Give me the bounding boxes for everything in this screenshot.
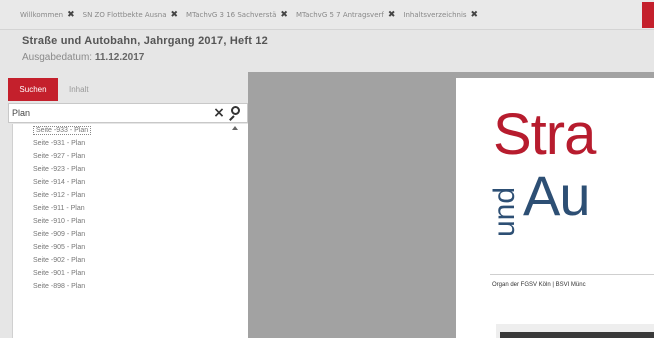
search-icon[interactable] xyxy=(227,105,243,121)
tab-label: Willkommen xyxy=(20,10,64,19)
list-item[interactable]: Seite -910 - Plan xyxy=(13,215,248,228)
issue-date: Ausgabedatum: 11.12.2017 xyxy=(22,52,632,63)
close-icon[interactable]: ✖ xyxy=(471,10,479,20)
list-item[interactable]: Seite -902 - Plan xyxy=(13,254,248,267)
list-item[interactable]: Seite -933 - Plan xyxy=(13,124,248,137)
cover-image-strip xyxy=(496,324,654,338)
app-window: Willkommen ✖ SN ZO Flottbekte Ausna ✖ MT… xyxy=(0,0,654,338)
document-title: Straße und Autobahn, Jahrgang 2017, Heft… xyxy=(22,35,268,47)
list-item[interactable]: Seite -914 - Plan xyxy=(13,176,248,189)
magazine-title-top: Stra xyxy=(493,102,596,167)
list-item[interactable]: Seite -931 - Plan xyxy=(13,137,248,150)
tab-label: MTachvG 3 16 Sachverstä xyxy=(186,10,277,19)
sidebar: Suchen Inhalt × Seite -933 - Plan Seite … xyxy=(8,72,248,338)
list-item[interactable]: Seite -911 - Plan xyxy=(13,202,248,215)
tab-search[interactable]: Suchen xyxy=(8,78,58,101)
clear-icon[interactable]: × xyxy=(211,105,227,121)
divider xyxy=(490,274,654,275)
document-viewer[interactable]: Stra und Au Organ der FGSV Köln | BSVI M… xyxy=(248,72,654,338)
tab-document-2[interactable]: MTachvG 3 16 Sachverstä ✖ xyxy=(186,10,288,20)
page-preview[interactable]: Stra und Au Organ der FGSV Köln | BSVI M… xyxy=(456,78,654,338)
list-item[interactable]: Seite -912 - Plan xyxy=(13,189,248,202)
list-item[interactable]: Seite -901 - Plan xyxy=(13,267,248,280)
list-item[interactable]: Seite -909 - Plan xyxy=(13,228,248,241)
close-icon[interactable]: ✖ xyxy=(170,10,178,20)
tab-label: MTachvG 5 7 Antragsverf xyxy=(295,10,384,19)
magazine-title-bottom: Au xyxy=(523,164,590,227)
search-results-list: Seite -933 - Plan Seite -931 - Plan Seit… xyxy=(12,124,248,338)
list-item[interactable]: Seite -898 - Plan xyxy=(13,280,248,293)
search-input[interactable] xyxy=(9,108,211,118)
issue-date-value: 11.12.2017 xyxy=(94,52,145,63)
list-item[interactable]: Seite -905 - Plan xyxy=(13,241,248,254)
tab-document-1[interactable]: SN ZO Flottbekte Ausna ✖ xyxy=(83,10,178,20)
close-icon[interactable]: ✖ xyxy=(388,10,396,20)
close-icon[interactable]: ✖ xyxy=(280,10,288,20)
tab-table-of-contents[interactable]: Inhaltsverzeichnis ✖ xyxy=(403,10,478,20)
tab-bar: Willkommen ✖ SN ZO Flottbekte Ausna ✖ MT… xyxy=(0,0,654,30)
list-item[interactable]: Seite -923 - Plan xyxy=(13,163,248,176)
document-header: Straße und Autobahn, Jahrgang 2017, Heft… xyxy=(0,30,654,72)
tab-document-3[interactable]: MTachvG 5 7 Antragsverf ✖ xyxy=(296,10,395,20)
issue-date-label: Ausgabedatum: xyxy=(22,52,93,63)
close-icon[interactable]: ✖ xyxy=(67,10,75,20)
sidebar-tabs: Suchen Inhalt xyxy=(8,78,96,101)
magazine-title-side: und xyxy=(488,186,521,237)
tab-active-current[interactable] xyxy=(642,2,654,28)
search-box: × xyxy=(8,103,248,123)
tab-label: SN ZO Flottbekte Ausna xyxy=(82,10,167,19)
tab-contents[interactable]: Inhalt xyxy=(62,78,96,101)
magazine-organ-line: Organ der FGSV Köln | BSVI Münc xyxy=(492,282,586,288)
list-item[interactable]: Seite -927 - Plan xyxy=(13,150,248,163)
magazine-title-side-wrap: und xyxy=(488,187,521,237)
tab-welcome[interactable]: Willkommen ✖ xyxy=(20,10,75,20)
scroll-up-arrow-icon[interactable] xyxy=(232,126,238,130)
tab-label: Inhaltsverzeichnis xyxy=(403,10,467,19)
